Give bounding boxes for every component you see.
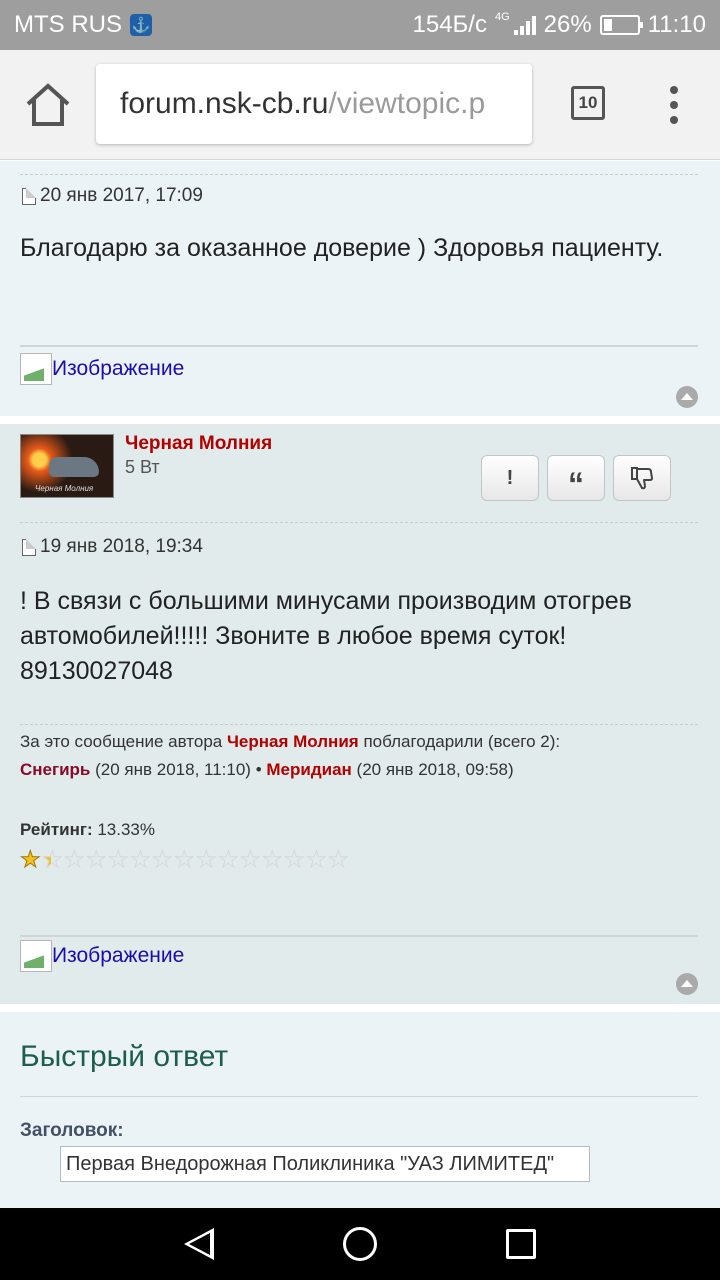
rating-star-icon: ★ (306, 846, 328, 873)
rating-star-icon: ★ (108, 846, 130, 873)
thanks-divider (20, 724, 698, 725)
subject-input[interactable] (60, 1146, 590, 1182)
thanks-date: (20 янв 2018, 09:58) (356, 760, 514, 779)
recent-apps-icon[interactable] (505, 1229, 536, 1259)
post-body: ! В связи с большими минусами производим… (20, 587, 632, 685)
browser-toolbar: forum.nsk-cb.ru/viewtopic.p 10 (0, 50, 720, 160)
thanks-separator: • (255, 760, 262, 779)
author-name[interactable]: Черная Молния (125, 433, 272, 455)
post-body: Благодарю за оказанное доверие ) Здоровь… (20, 234, 664, 262)
url-path: /viewtopic.p (328, 87, 486, 120)
rating-star-icon: ★ (284, 846, 306, 873)
thanks-user[interactable]: Меридиан (266, 760, 351, 779)
image-alt-text: Изображение (52, 944, 185, 967)
signature-image-link[interactable]: Изображение (20, 940, 184, 972)
image-alt-text: Изображение (52, 357, 185, 380)
thanks-date: (20 янв 2018, 11:10) (95, 760, 251, 779)
quick-reply-panel: Быстрый ответ Заголовок: (0, 1012, 720, 1208)
back-to-top-icon[interactable] (676, 973, 698, 995)
rating-star-icon: ★ (174, 846, 196, 873)
subject-label: Заголовок: (20, 1120, 124, 1141)
home-button[interactable] (22, 82, 74, 128)
avatar-caption: Черная Молния (35, 484, 94, 493)
more-menu-icon[interactable] (666, 86, 682, 124)
quote-button[interactable]: “ (547, 455, 605, 501)
thanks-author[interactable]: Черная Молния (227, 732, 359, 751)
report-button[interactable]: ! (481, 455, 539, 501)
network-speed: 154Б/с (412, 11, 487, 38)
carrier-name: MTS RUS (14, 11, 122, 38)
report-icon: ! (506, 466, 514, 489)
url-host: forum.nsk-cb.ru (120, 87, 329, 120)
clock: 11:10 (647, 11, 706, 38)
quote-icon: “ (568, 466, 584, 502)
rating-star-icon: ★ (328, 846, 350, 873)
battery-icon (599, 15, 643, 35)
tab-count: 10 (578, 93, 598, 112)
avatar[interactable]: Черная Молния (20, 434, 114, 498)
post-icon[interactable] (22, 187, 36, 205)
rating-star-icon: ★ (86, 846, 108, 873)
quick-reply-title: Быстрый ответ (20, 1040, 229, 1073)
post-date-text: 19 янв 2018, 19:34 (40, 536, 203, 557)
thanks-user[interactable]: Снегирь (20, 760, 90, 779)
post-divider (20, 174, 698, 175)
quick-reply-divider (20, 1096, 698, 1097)
author-rank: 5 Вт (125, 457, 160, 477)
rating-star-icon: ★ (196, 846, 218, 873)
tab-switcher-button[interactable]: 10 (571, 86, 605, 120)
status-bar: MTS RUS ⚓ 154Б/с 4G 26% 11:10 (0, 0, 720, 50)
rating-star-icon: ★ (262, 846, 284, 873)
rating-star-icon: ★ (20, 846, 42, 873)
home-circle-icon[interactable] (342, 1227, 377, 1261)
carrier: MTS RUS ⚓ (14, 11, 152, 39)
url-bar[interactable]: forum.nsk-cb.ru/viewtopic.p (96, 64, 532, 144)
rating-star-icon: ★ (42, 846, 64, 873)
forum-post: 20 янв 2017, 17:09 Благодарю за оказанно… (0, 161, 720, 416)
post-icon[interactable] (22, 538, 36, 556)
back-icon[interactable] (184, 1228, 215, 1260)
home-icon (26, 83, 70, 126)
broken-image-icon (20, 940, 52, 972)
post-divider (20, 522, 698, 523)
post-date-text: 20 янв 2017, 17:09 (40, 185, 203, 206)
thanks-block: За это сообщение автора Черная Молния по… (20, 728, 698, 784)
broken-image-icon (20, 353, 52, 385)
signature-image-link[interactable]: Изображение (20, 353, 184, 385)
dislike-button[interactable] (613, 455, 671, 501)
system-nav-bar (0, 1208, 720, 1280)
network-type: 4G (494, 11, 510, 23)
rating-star-icon: ★ (64, 846, 86, 873)
signature-divider (20, 345, 698, 347)
thanks-suffix: поблагодарили (всего 2): (363, 732, 561, 751)
rating-value: 13.33% (97, 820, 156, 839)
thanks-prefix: За это сообщение автора (20, 732, 223, 751)
operator-icon: ⚓ (130, 14, 152, 36)
rating-stars: ★ ★ ★ ★ ★ ★ ★ ★ ★ ★ ★ ★ ★ ★ ★ (20, 846, 350, 873)
rating-star-icon: ★ (218, 846, 240, 873)
post-date: 19 янв 2018, 19:34 (22, 536, 203, 558)
rating-star-icon: ★ (240, 846, 262, 873)
forum-post: Черная Молния Черная Молния 5 Вт ! “ 19 … (0, 424, 720, 1004)
rating-star-icon: ★ (152, 846, 174, 873)
back-to-top-icon[interactable] (676, 386, 698, 408)
rating-label: Рейтинг: (20, 820, 93, 839)
rating: Рейтинг: 13.33% (20, 820, 155, 840)
post-date: 20 янв 2017, 17:09 (22, 185, 203, 207)
signature-divider (20, 935, 698, 937)
signal-icon (513, 15, 536, 35)
battery-percent: 26% (543, 11, 592, 38)
thumbs-down-icon (631, 467, 653, 490)
rating-star-icon: ★ (130, 846, 152, 873)
